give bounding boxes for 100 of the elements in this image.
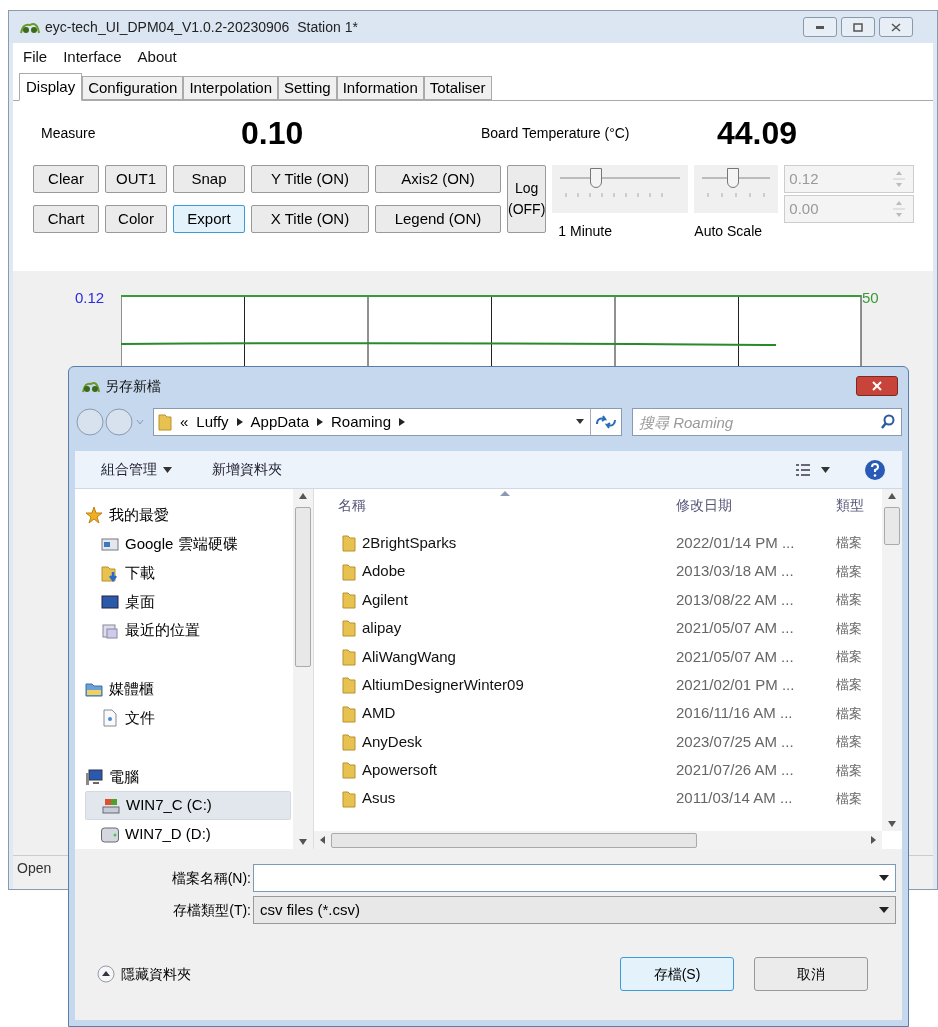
toolbar-button[interactable]: 組合管理 (101, 459, 172, 480)
minimize-button[interactable] (803, 17, 837, 37)
scrollbar[interactable] (882, 489, 902, 831)
star-icon (85, 506, 103, 525)
slider[interactable] (552, 165, 689, 213)
file-date: 2021/02/01 PM ... (675, 674, 796, 695)
dropdown-arrow-icon (879, 907, 889, 913)
measure-label: Measure (40, 123, 97, 143)
view-button[interactable] (795, 462, 830, 477)
folder-icon (342, 789, 356, 808)
scroll-left-icon[interactable] (320, 836, 325, 844)
file-type: 檔案 (835, 648, 863, 666)
button[interactable]: X Title (ON) (251, 205, 369, 233)
search-field[interactable]: 搜尋 Roaming (632, 408, 902, 436)
column-header[interactable]: 類型 (826, 494, 874, 516)
file-date: 2013/03/18 AM ... (675, 561, 795, 582)
folder-icon (342, 562, 356, 581)
desktop-icon (101, 592, 119, 611)
scrollbar-thumb[interactable] (295, 507, 311, 667)
hide-folders-button[interactable]: 隱藏資料夾 (97, 963, 191, 985)
log-button[interactable]: Log (OFF) (507, 165, 547, 233)
menu-item[interactable]: File (17, 45, 54, 69)
close-button[interactable] (856, 376, 898, 396)
button[interactable]: Y Title (ON) (251, 165, 369, 193)
slider[interactable] (694, 165, 779, 213)
close-icon (889, 20, 903, 34)
file-date: 2016/11/16 AM ... (675, 703, 794, 724)
nav-item[interactable]: WIN7_C (C:) (85, 791, 291, 821)
slider-thumb[interactable] (726, 168, 739, 188)
close-icon (871, 381, 883, 391)
button[interactable]: Export (173, 205, 245, 233)
window-title: eyc-tech_UI_DPM04_V1.0.2-20230906 Station 1* (45, 17, 358, 37)
file-date: 2021/05/07 AM ... (675, 646, 795, 667)
caret-icon (163, 466, 172, 473)
button[interactable]: Legend (ON) (375, 205, 501, 233)
caret-icon (821, 466, 830, 473)
input-field[interactable] (253, 864, 896, 892)
tab[interactable]: Display (19, 73, 83, 101)
breadcrumb-item[interactable]: Luffy (196, 410, 229, 434)
column-header[interactable]: 名稱 (314, 494, 666, 516)
maximize-button[interactable] (841, 17, 875, 37)
tab[interactable]: Configuration (82, 76, 184, 100)
scroll-up-icon[interactable] (299, 493, 307, 499)
address-bar[interactable]: « Luffy AppData Roaming (153, 408, 622, 436)
scroll-right-icon[interactable] (871, 836, 876, 844)
button[interactable]: Color (105, 205, 167, 233)
button[interactable]: Clear (33, 165, 99, 193)
breadcrumb-item[interactable]: « (180, 410, 189, 434)
file-name: 2BrightSparks (362, 532, 457, 553)
dropdown[interactable]: csv files (*.csv) (253, 896, 896, 924)
measure-value: 0.10 (241, 114, 305, 153)
button[interactable]: Chart (33, 205, 99, 233)
button[interactable]: OUT1 (105, 165, 167, 193)
file-date: 2013/08/22 AM ... (675, 589, 795, 610)
button[interactable]: Axis2 (ON) (375, 165, 501, 193)
file-name: Apowersoft (362, 760, 438, 781)
toolbar-button[interactable]: 新增資料夾 (212, 459, 282, 480)
tab[interactable]: Information (336, 76, 424, 100)
file-date: 2021/07/26 AM ... (675, 760, 795, 781)
folder-icon (342, 619, 356, 638)
menu-item[interactable]: Interface (57, 45, 128, 69)
dialog-button[interactable]: 存檔(S) (620, 957, 734, 991)
dialog-title: 另存新檔 (105, 376, 161, 396)
tab[interactable]: Totaliser (423, 76, 492, 100)
scroll-down-icon[interactable] (888, 821, 896, 827)
slider-thumb[interactable] (590, 168, 603, 188)
slider-label: 1 Minute (557, 222, 614, 241)
tab[interactable]: Interpolation (183, 76, 278, 100)
scroll-down-icon[interactable] (299, 839, 307, 845)
field-label: 存檔類型(T): (172, 900, 252, 920)
sort-arrow-icon (500, 491, 510, 496)
collapse-icon (97, 965, 115, 983)
column-header[interactable]: 修改日期 (666, 494, 826, 516)
breadcrumb-item[interactable]: Roaming (330, 410, 391, 434)
maximize-icon (851, 20, 865, 34)
menu-item[interactable]: About (131, 45, 183, 69)
chevron-icon (399, 418, 405, 426)
scrollbar[interactable] (293, 489, 313, 849)
scrollbar-thumb[interactable] (884, 507, 900, 545)
file-date: 2023/07/25 AM ... (675, 731, 795, 752)
close-button[interactable] (879, 17, 913, 37)
file-type: 檔案 (835, 562, 863, 581)
file-date: 2022/01/14 PM ... (675, 532, 796, 553)
dialog-button[interactable]: 取消 (754, 957, 868, 991)
folder-icon (342, 676, 356, 695)
list-view-icon (795, 462, 811, 477)
download-icon (101, 564, 119, 583)
computer-icon (85, 767, 103, 786)
minimize-icon (816, 25, 824, 29)
scrollbar[interactable] (314, 831, 882, 849)
breadcrumb-item[interactable]: AppData (250, 410, 309, 434)
tab[interactable]: Setting (278, 76, 337, 100)
file-date: 2011/03/14 AM ... (675, 788, 794, 809)
folder-icon (342, 534, 356, 553)
file-type: 檔案 (835, 676, 863, 695)
button[interactable]: Snap (173, 165, 245, 193)
file-name: Adobe (362, 561, 406, 582)
scroll-up-icon[interactable] (888, 493, 896, 499)
file-type: 檔案 (835, 591, 863, 610)
scrollbar-thumb[interactable] (331, 832, 697, 848)
